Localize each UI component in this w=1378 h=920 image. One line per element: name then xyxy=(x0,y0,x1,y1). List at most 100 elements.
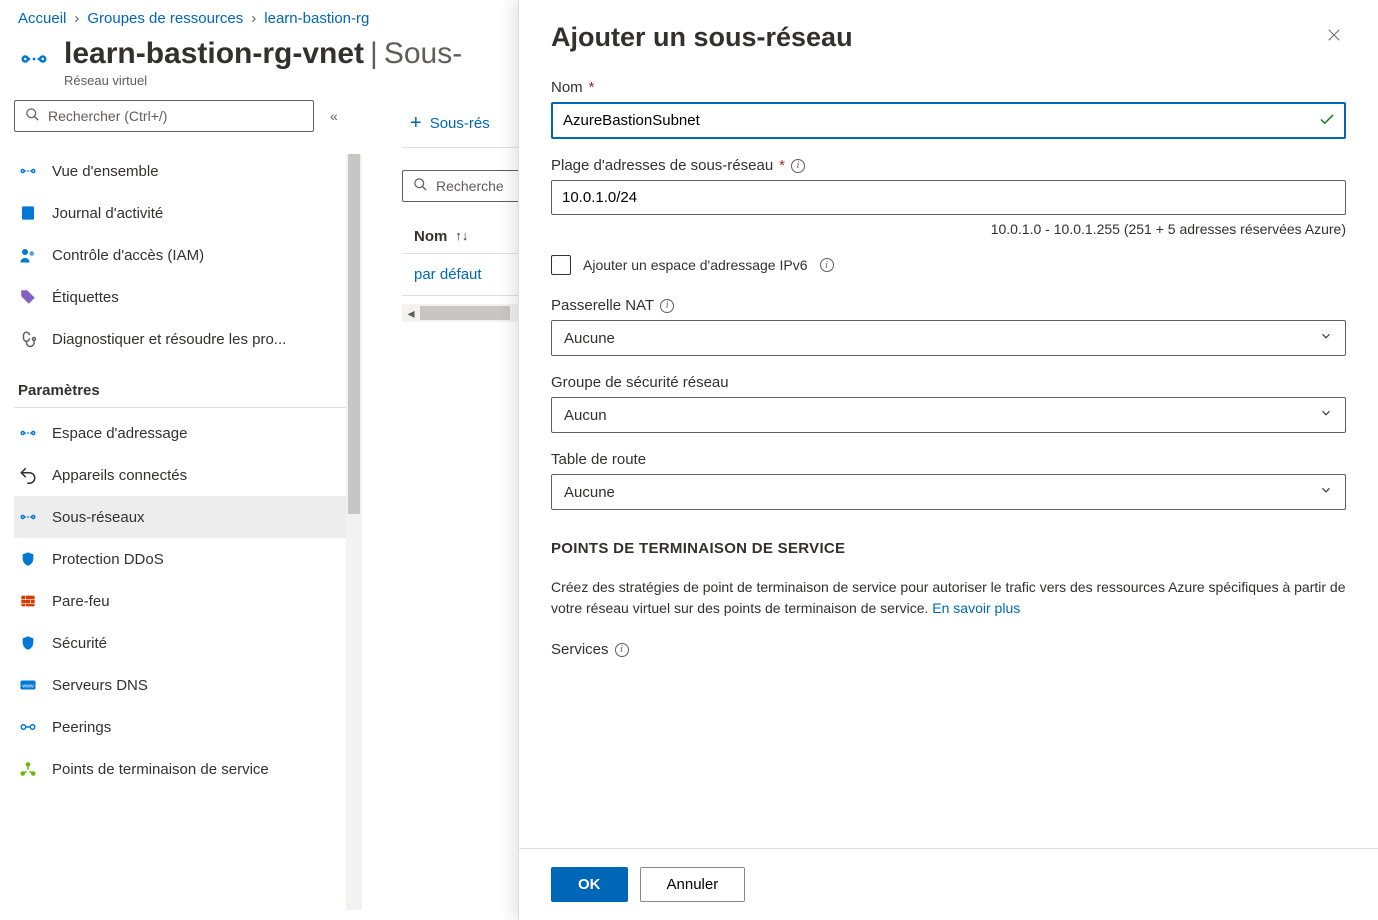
sidebar-item-label: Contrôle d'accès (IAM) xyxy=(52,247,204,264)
nat-dropdown[interactable]: Aucune xyxy=(551,320,1346,356)
sidebar-scrollbar[interactable] xyxy=(346,154,362,910)
range-help-text: 10.0.1.0 - 10.0.1.255 (251 + 5 adresses … xyxy=(551,221,1346,237)
service-endpoints-description: Créez des stratégies de point de termina… xyxy=(551,577,1346,619)
close-icon[interactable] xyxy=(1322,23,1346,52)
sidebar-item-label: Points de terminaison de service xyxy=(52,761,269,778)
breadcrumb-rg[interactable]: learn-bastion-rg xyxy=(264,10,369,27)
iam-icon xyxy=(18,245,38,265)
sidebar-item-firewall[interactable]: Pare-feu xyxy=(14,580,346,622)
sidebar-item-subnets[interactable]: Sous-réseaux xyxy=(14,496,346,538)
ipv6-checkbox[interactable] xyxy=(551,255,571,275)
sidebar-item-label: Sécurité xyxy=(52,635,107,652)
sidebar-item-label: Pare-feu xyxy=(52,593,110,610)
add-subnet-label: Sous-rés xyxy=(430,115,490,132)
sidebar: Rechercher (Ctrl+/) « Vue d'ensemble Jou… xyxy=(0,100,362,910)
route-label: Table de route xyxy=(551,451,646,468)
sidebar-nav: Vue d'ensemble Journal d'activité Contrô… xyxy=(14,150,346,790)
panel-title: Ajouter un sous-réseau xyxy=(551,22,853,53)
column-name[interactable]: Nom xyxy=(414,228,447,245)
sidebar-item-label: Vue d'ensemble xyxy=(52,163,159,180)
nat-label: Passerelle NAT xyxy=(551,297,654,314)
tag-icon xyxy=(18,287,38,307)
address-space-icon xyxy=(18,423,38,443)
chevron-right-icon: › xyxy=(74,10,79,27)
sidebar-search-placeholder: Rechercher (Ctrl+/) xyxy=(48,108,167,124)
route-value: Aucune xyxy=(564,484,615,501)
field-services: Services i xyxy=(551,641,1346,658)
endpoints-icon xyxy=(18,759,38,779)
sidebar-item-activity-log[interactable]: Journal d'activité xyxy=(14,192,346,234)
field-nat-gateway: Passerelle NAT i Aucune xyxy=(551,297,1346,356)
required-asterisk: * xyxy=(589,79,595,96)
scrollbar-thumb[interactable] xyxy=(420,306,510,320)
scrollbar-thumb[interactable] xyxy=(348,154,360,514)
sidebar-item-label: Protection DDoS xyxy=(52,551,164,568)
sidebar-item-security[interactable]: Sécurité xyxy=(14,622,346,664)
chevron-down-icon xyxy=(1319,483,1333,501)
cancel-button[interactable]: Annuler xyxy=(640,867,746,902)
info-icon[interactable]: i xyxy=(660,299,674,313)
subnet-name: par défaut xyxy=(414,266,482,283)
sidebar-item-service-endpoints[interactable]: Points de terminaison de service xyxy=(14,748,346,790)
sidebar-search[interactable]: Rechercher (Ctrl+/) xyxy=(14,100,314,132)
name-label: Nom xyxy=(551,79,583,96)
add-subnet-panel: Ajouter un sous-réseau Nom * Plage d'adr… xyxy=(518,0,1378,920)
breadcrumb-home[interactable]: Accueil xyxy=(18,10,66,27)
info-icon[interactable]: i xyxy=(791,159,805,173)
title-separator: | xyxy=(370,37,378,71)
overview-icon xyxy=(18,161,38,181)
diagnose-icon xyxy=(18,329,38,349)
nsg-label: Groupe de sécurité réseau xyxy=(551,374,729,391)
search-icon xyxy=(413,177,428,195)
breadcrumb-resource-groups[interactable]: Groupes de ressources xyxy=(87,10,243,27)
plus-icon: + xyxy=(410,112,422,135)
scroll-left-icon[interactable]: ◂ xyxy=(402,304,420,322)
sidebar-item-label: Journal d'activité xyxy=(52,205,163,222)
subnet-search-placeholder: Recherche xyxy=(436,178,504,194)
service-endpoints-heading: POINTS DE TERMINAISON DE SERVICE xyxy=(551,540,1346,557)
devices-icon xyxy=(18,465,38,485)
sidebar-item-tags[interactable]: Étiquettes xyxy=(14,276,346,318)
field-name: Nom * xyxy=(551,79,1346,139)
sidebar-item-label: Sous-réseaux xyxy=(52,509,145,526)
sidebar-item-peerings[interactable]: Peerings xyxy=(14,706,346,748)
sidebar-item-label: Diagnostiquer et résoudre les pro... xyxy=(52,331,286,348)
sidebar-item-address-space[interactable]: Espace d'adressage xyxy=(14,412,346,454)
peerings-icon xyxy=(18,717,38,737)
route-dropdown[interactable]: Aucune xyxy=(551,474,1346,510)
add-subnet-button[interactable]: + Sous-rés xyxy=(402,106,498,141)
nsg-value: Aucun xyxy=(564,407,607,424)
field-ipv6: Ajouter un espace d'adressage IPv6 i xyxy=(551,255,1346,275)
chevron-down-icon xyxy=(1319,329,1333,347)
firewall-icon xyxy=(18,591,38,611)
required-asterisk: * xyxy=(779,157,785,174)
sort-icon[interactable]: ↑↓ xyxy=(455,228,468,245)
sidebar-item-iam[interactable]: Contrôle d'accès (IAM) xyxy=(14,234,346,276)
range-input[interactable] xyxy=(551,180,1346,215)
sidebar-item-label: Appareils connectés xyxy=(52,467,187,484)
collapse-sidebar-icon[interactable]: « xyxy=(324,102,344,130)
name-input[interactable] xyxy=(551,102,1346,139)
info-icon[interactable]: i xyxy=(820,258,834,272)
vnet-icon xyxy=(18,43,50,75)
services-label: Services xyxy=(551,641,609,658)
horizontal-scrollbar[interactable]: ◂ xyxy=(402,304,522,322)
sidebar-item-diagnose[interactable]: Diagnostiquer et résoudre les pro... xyxy=(14,318,346,360)
log-icon xyxy=(18,203,38,223)
sidebar-item-ddos[interactable]: Protection DDoS xyxy=(14,538,346,580)
info-icon[interactable]: i xyxy=(615,643,629,657)
sidebar-item-label: Peerings xyxy=(52,719,111,736)
subnets-icon xyxy=(18,507,38,527)
sidebar-item-label: Espace d'adressage xyxy=(52,425,187,442)
sidebar-item-overview[interactable]: Vue d'ensemble xyxy=(14,150,346,192)
nsg-dropdown[interactable]: Aucun xyxy=(551,397,1346,433)
ok-button[interactable]: OK xyxy=(551,867,628,902)
field-address-range: Plage d'adresses de sous-réseau * i 10.0… xyxy=(551,157,1346,237)
check-icon xyxy=(1318,110,1336,131)
sidebar-item-dns[interactable]: www Serveurs DNS xyxy=(14,664,346,706)
dns-icon: www xyxy=(18,675,38,695)
learn-more-link[interactable]: En savoir plus xyxy=(932,600,1020,616)
field-nsg: Groupe de sécurité réseau Aucun xyxy=(551,374,1346,433)
nat-value: Aucune xyxy=(564,330,615,347)
sidebar-item-connected-devices[interactable]: Appareils connectés xyxy=(14,454,346,496)
